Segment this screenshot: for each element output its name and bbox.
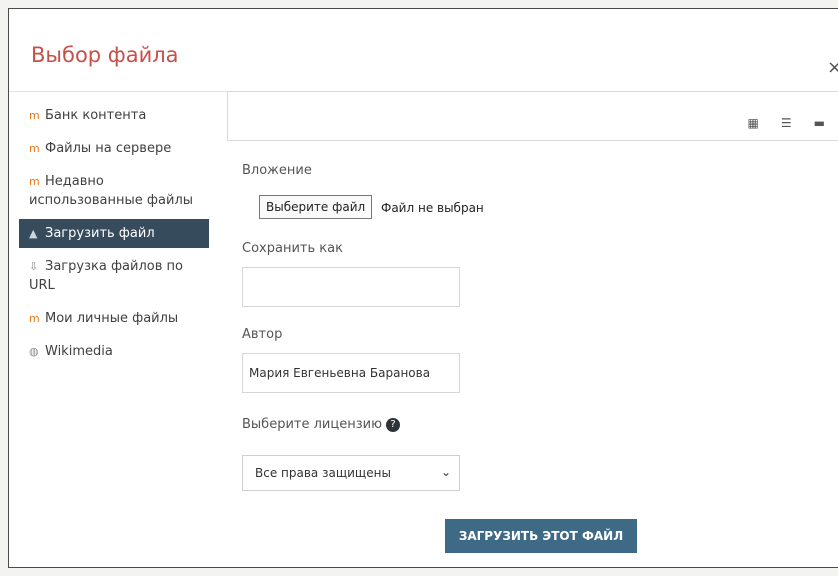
sidebar-item-label: Загрузка файлов по URL <box>29 259 183 293</box>
repository-sidebar: m Банк контента m Файлы на сервере m Недавн… <box>19 99 209 366</box>
sidebar-item-label: Файлы на сервере <box>45 141 172 156</box>
sidebar-item-label: Банк контента <box>45 108 147 123</box>
sidebar-item-label: Недавно использованные файлы <box>29 174 194 208</box>
wikimedia-globe-icon: ◍ <box>29 345 39 358</box>
file-list-toolbar: ▦ ☰ ▬ <box>227 91 838 141</box>
sidebar-item-private-files[interactable]: m Мои личные файлы <box>19 304 209 333</box>
moodle-repository-icon: m <box>29 175 40 188</box>
no-file-chosen-text: Файл не выбран <box>381 201 484 215</box>
save-as-input[interactable] <box>242 267 460 307</box>
sidebar-item-server-files[interactable]: m Файлы на сервере <box>19 134 209 163</box>
sidebar-item-label: Мои личные файлы <box>45 311 179 326</box>
sidebar-item-wikimedia[interactable]: ◍ Wikimedia <box>19 337 209 366</box>
sidebar-item-url-download[interactable]: ⇩ Загрузка файлов по URL <box>19 252 209 300</box>
choose-file-button[interactable]: Выберите файл <box>259 195 373 219</box>
upload-icon: ▲ <box>29 227 38 240</box>
attachment-label: Вложение <box>242 163 312 178</box>
license-label-row: Выберите лицензию? <box>242 417 401 432</box>
sidebar-item-label: Загрузить файл <box>45 226 155 241</box>
grid-view-icon[interactable]: ▦ <box>748 116 759 130</box>
license-label: Выберите лицензию <box>242 417 383 432</box>
sidebar-item-label: Wikimedia <box>45 344 113 359</box>
url-download-icon: ⇩ <box>29 260 39 273</box>
author-input[interactable] <box>242 353 460 393</box>
file-picker-dialog: Выбор файла × m Банк контента m Файлы на с… <box>8 8 838 568</box>
moodle-repository-icon: m <box>29 142 40 155</box>
license-selected-value: Все права защищены <box>255 466 391 480</box>
list-view-icon[interactable]: ☰ <box>781 116 792 130</box>
chevron-down-icon: ⌄ <box>440 465 451 479</box>
sidebar-item-content-bank[interactable]: m Банк контента <box>19 101 209 130</box>
close-icon[interactable]: × <box>827 57 838 78</box>
moodle-repository-icon: m <box>29 312 40 325</box>
sidebar-item-upload-file[interactable]: ▲ Загрузить файл <box>19 219 209 248</box>
folder-view-icon[interactable]: ▬ <box>814 116 825 130</box>
dialog-title: Выбор файла <box>31 43 179 67</box>
author-label: Автор <box>242 327 283 342</box>
moodle-repository-icon: m <box>29 109 40 122</box>
sidebar-item-recent-files[interactable]: m Недавно использованные файлы <box>19 167 209 215</box>
save-as-label: Сохранить как <box>242 241 343 256</box>
help-icon[interactable]: ? <box>386 417 401 432</box>
license-select[interactable]: Все права защищены ⌄ <box>242 455 460 491</box>
upload-file-button[interactable]: ЗАГРУЗИТЬ ЭТОТ ФАЙЛ <box>445 519 637 553</box>
